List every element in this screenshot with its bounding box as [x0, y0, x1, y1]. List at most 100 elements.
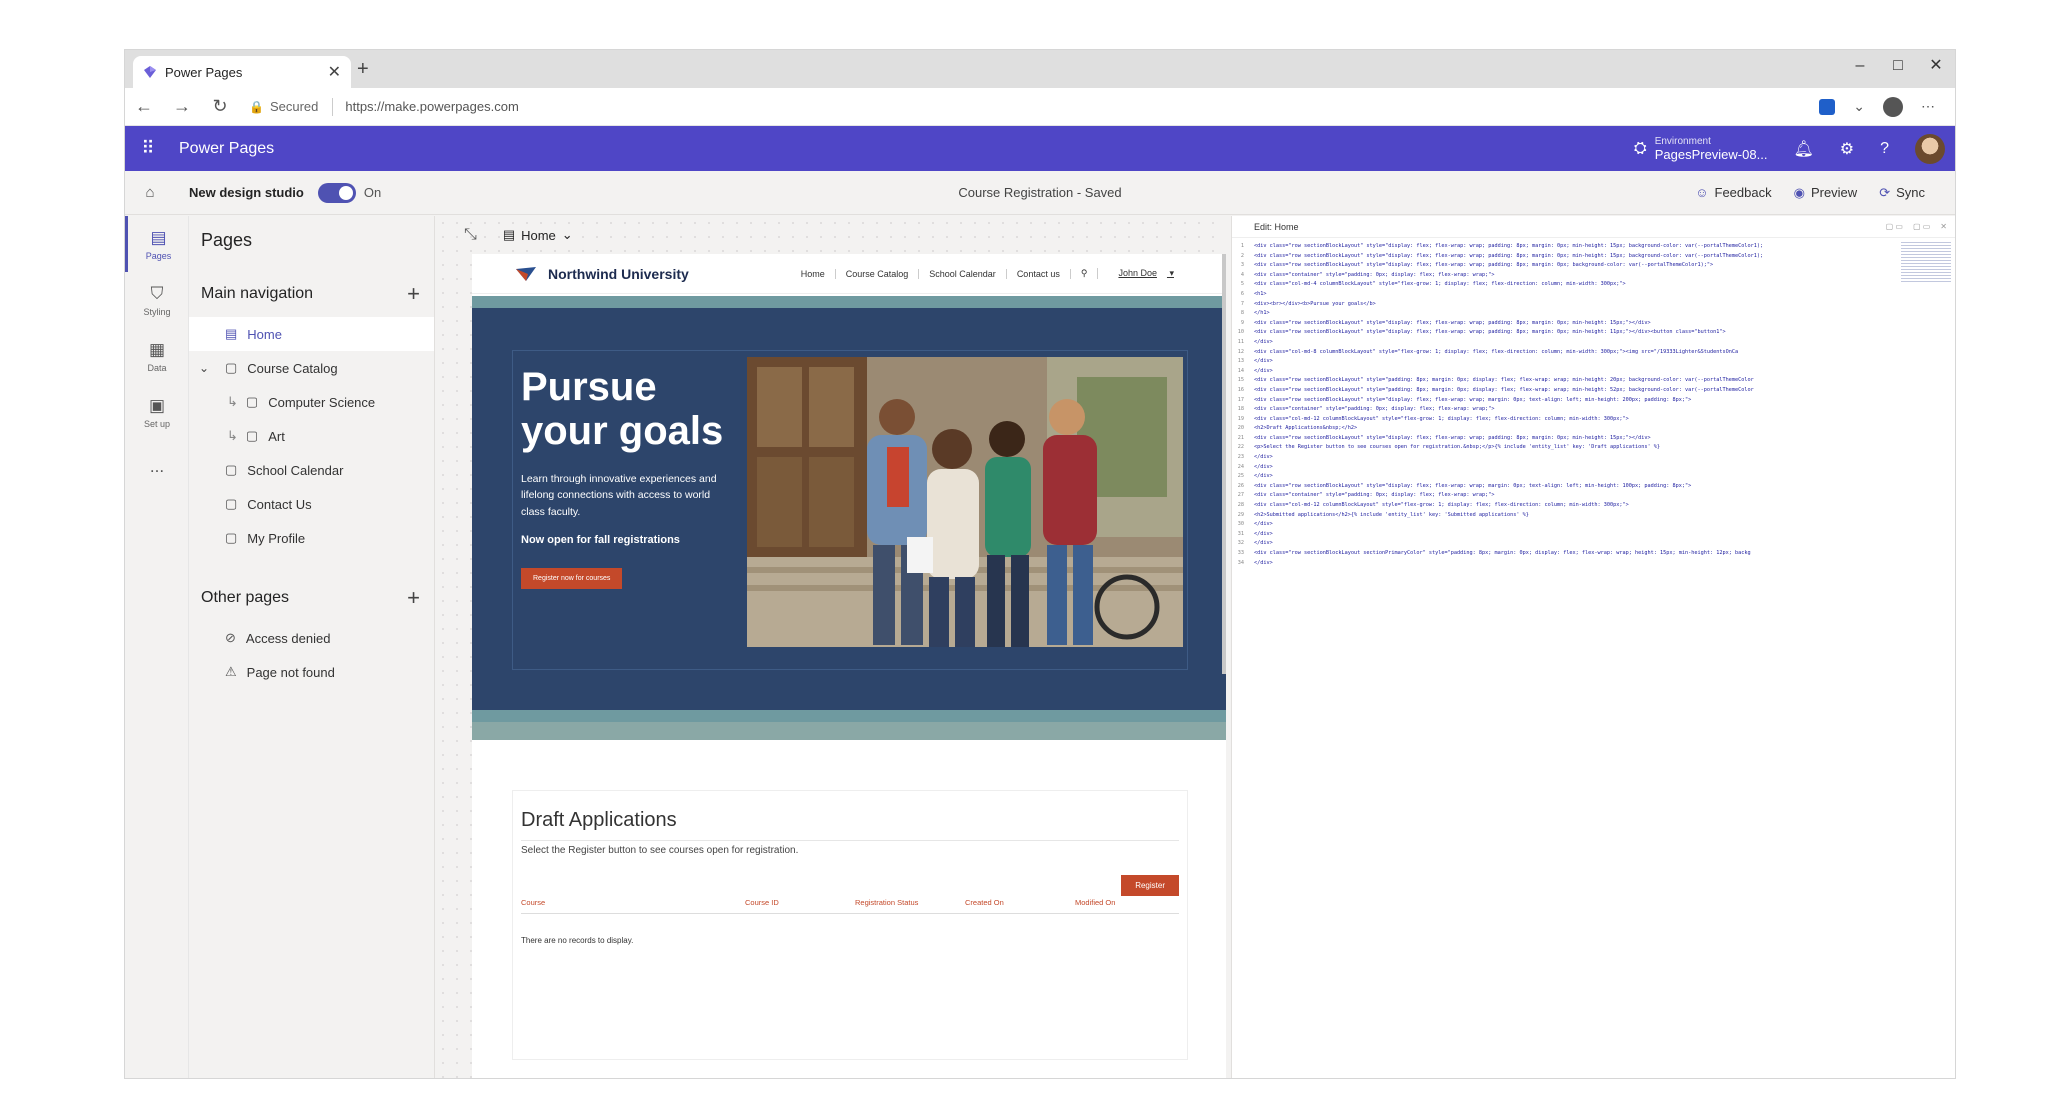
site-nav-course-catalog[interactable]: Course Catalog [836, 268, 920, 279]
rail-more[interactable]: ... [125, 440, 189, 496]
rail-styling-label: Styling [143, 306, 171, 317]
line-number: 11 [1237, 338, 1244, 345]
app-launcher-icon[interactable]: ⠿ [125, 138, 171, 159]
environment-picker[interactable]: ⛭ Environment PagesPreview-08... [1634, 136, 1768, 162]
page-item-computer-science[interactable]: ↳ ▢ Computer Science [189, 385, 434, 419]
code-line[interactable]: 26 <div class="row sectionBlockLayout" st… [1232, 482, 1896, 492]
close-window-icon[interactable]: ✕ [1917, 50, 1955, 84]
page-item-home[interactable]: ▤ Home [189, 317, 434, 351]
home-icon[interactable]: ⌂ [125, 184, 175, 201]
sync-button[interactable]: ⟳ Sync [1879, 185, 1925, 201]
search-icon[interactable]: ⚲ [1071, 268, 1099, 279]
page-selector[interactable]: ▤ Home ⌄ [503, 227, 573, 243]
page-item-access-denied[interactable]: ⊘ Access denied [189, 621, 434, 655]
preview-button[interactable]: ◉ Preview [1794, 185, 1858, 201]
code-line[interactable]: 18 <div class="container" style="padding… [1232, 405, 1896, 415]
expand-icon[interactable]: ⤡ [464, 226, 477, 244]
forward-icon[interactable]: → [163, 96, 201, 117]
browser-tab[interactable]: Power Pages ✕ [133, 56, 351, 88]
code-line[interactable]: 33 <div class="row sectionBlockLayout sec… [1232, 549, 1896, 559]
code-line[interactable]: 2 <div class="row sectionBlockLayout" sty… [1232, 252, 1896, 262]
site-user-menu[interactable]: John Doe ▾ [1098, 268, 1184, 279]
page-item-my-profile[interactable]: ▢ My Profile [189, 521, 434, 555]
code-line[interactable]: 25 </div> [1232, 472, 1896, 482]
code-line[interactable]: 23 </div> [1232, 453, 1896, 463]
help-icon[interactable]: ? [1880, 140, 1889, 158]
code-line[interactable]: 19 <div class="col-md-12 columnBlockLayo… [1232, 415, 1896, 425]
feedback-button[interactable]: ☺ Feedback [1695, 185, 1771, 201]
notifications-icon[interactable]: 🔔︎ [1793, 139, 1813, 159]
code-line[interactable]: 21 <div class="row sectionBlockLayout" s… [1232, 434, 1896, 444]
code-line[interactable]: 28 <div class="col-md-12 columnBlockLayo… [1232, 501, 1896, 511]
url-field[interactable]: https://make.powerpages.com [345, 99, 518, 114]
code-line[interactable]: 14 </div> [1232, 367, 1896, 377]
page-item-page-not-found[interactable]: ⚠ Page not found [189, 655, 434, 689]
code-line[interactable]: 30 </div> [1232, 520, 1896, 530]
code-line[interactable]: 31 </div> [1232, 530, 1896, 540]
design-studio-toggle[interactable] [317, 182, 356, 203]
code-line[interactable]: 32 </div> [1232, 539, 1896, 549]
code-line[interactable]: 8 </h1> [1232, 309, 1896, 319]
add-other-page-icon[interactable]: + [407, 585, 420, 611]
close-icon[interactable]: ✕ [1940, 222, 1947, 231]
page-item-art[interactable]: ↳ ▢ Art [189, 419, 434, 453]
code-line[interactable]: 22 <p>Select the Register button to see … [1232, 443, 1896, 453]
column-created-on[interactable]: Created On [965, 898, 1075, 907]
code-line[interactable]: 7 <div><br></div><b>Pursue your goals</b… [1232, 300, 1896, 310]
code-line[interactable]: 5 <div class="col-md-4 columnBlockLayout… [1232, 280, 1896, 290]
site-nav-school-calendar[interactable]: School Calendar [919, 268, 1007, 279]
discard-icon[interactable]: ▢ ▭ [1913, 222, 1930, 231]
column-course[interactable]: Course [521, 898, 745, 907]
register-button[interactable]: Register [1121, 875, 1179, 896]
code-line[interactable]: 10 <div class="row sectionBlockLayout" s… [1232, 328, 1896, 338]
code-line[interactable]: 15 <div class="row sectionBlockLayout" st… [1232, 376, 1896, 386]
site-nav-contact-us[interactable]: Contact us [1007, 268, 1071, 279]
code-line[interactable]: 12 <div class="col-md-8 columnBlockLayou… [1232, 348, 1896, 358]
add-page-icon[interactable]: + [407, 281, 420, 307]
column-registration-status[interactable]: Registration Status [855, 898, 965, 907]
code-line[interactable]: 27 <div class="container" style="padding… [1232, 491, 1896, 501]
code-line[interactable]: 4 <div class="container" style="padding:… [1232, 271, 1896, 281]
code-line[interactable]: 9 <div class="row sectionBlockLayout" st… [1232, 319, 1896, 329]
chevron-down-icon[interactable]: ⌄ [199, 361, 209, 375]
more-menu-icon[interactable]: ⋯ [1921, 98, 1935, 115]
settings-gear-icon[interactable]: ⚙ [1840, 139, 1854, 159]
code-minimap[interactable] [1901, 242, 1951, 282]
code-line[interactable]: 6 <h1> [1232, 290, 1896, 300]
code-line[interactable]: 24 </div> [1232, 463, 1896, 473]
profile-icon[interactable] [1883, 96, 1903, 117]
code-line[interactable]: 34 </div> [1232, 559, 1896, 569]
register-now-button[interactable]: Register now for courses [521, 567, 623, 589]
code-line[interactable]: 29 <h2>Submitted applications</h2>{% inc… [1232, 511, 1896, 521]
minimize-icon[interactable]: – [1841, 50, 1879, 84]
save-icon[interactable]: ▢ ▭ [1886, 222, 1903, 231]
maximize-icon[interactable]: □ [1879, 50, 1917, 84]
code-line[interactable]: 17 <div class="row sectionBlockLayout" st… [1232, 396, 1896, 406]
code-line[interactable]: 20 <h2>Draft Applications&nbsp;</h2> [1232, 424, 1896, 434]
canvas-scrollbar[interactable] [1222, 254, 1226, 674]
code-line[interactable]: 13 </div> [1232, 357, 1896, 367]
code-line[interactable]: 1 <div class="row sectionBlockLayout" sty… [1232, 242, 1896, 252]
rail-data[interactable]: ▦ Data [125, 328, 189, 384]
close-tab-icon[interactable]: ✕ [328, 62, 341, 82]
page-item-contact-us[interactable]: ▢ Contact Us [189, 487, 434, 521]
extension-icon[interactable] [1819, 98, 1836, 115]
rail-setup[interactable]: ▣ Set up [125, 384, 189, 440]
refresh-icon[interactable]: ↻ [201, 96, 239, 117]
page-item-school-calendar[interactable]: ▢ School Calendar [189, 453, 434, 487]
code-editor-body[interactable]: 1 <div class="row sectionBlockLayout" sty… [1232, 242, 1896, 568]
rail-pages[interactable]: ▤ Pages [125, 216, 189, 272]
back-icon[interactable]: ← [125, 96, 163, 117]
page-item-course-catalog[interactable]: ⌄ ▢ Course Catalog [189, 351, 434, 385]
code-line[interactable]: 16 <div class="row sectionBlockLayout" st… [1232, 386, 1896, 396]
chevron-down-icon[interactable]: ⌄ [1853, 98, 1865, 115]
column-modified-on[interactable]: Modified On [1075, 898, 1175, 907]
column-course-id[interactable]: Course ID [745, 898, 855, 907]
new-tab-button[interactable]: + [357, 58, 369, 81]
pages-panel-title: Pages [201, 230, 253, 250]
code-line[interactable]: 3 <div class="row sectionBlockLayout" sty… [1232, 261, 1896, 271]
user-avatar[interactable] [1915, 133, 1945, 164]
site-nav-home[interactable]: Home [791, 268, 836, 279]
rail-styling[interactable]: ⛉ Styling [125, 272, 189, 328]
code-line[interactable]: 11 </div> [1232, 338, 1896, 348]
